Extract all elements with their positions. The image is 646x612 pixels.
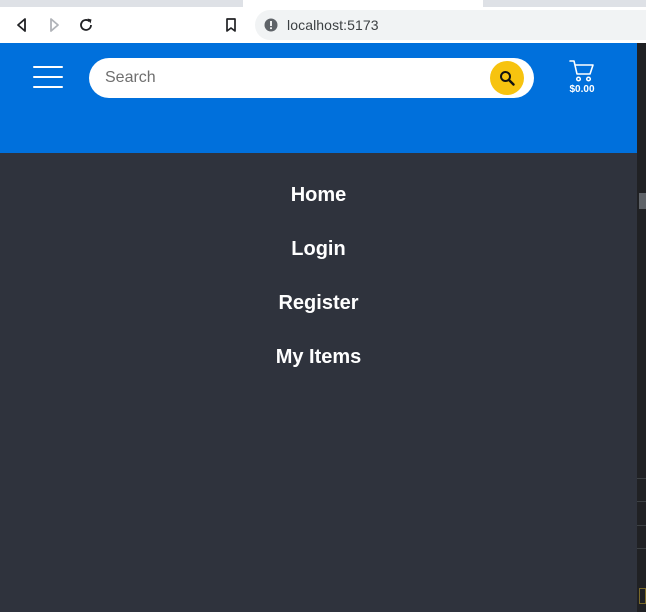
bookmark-icon (226, 18, 236, 32)
search-input[interactable] (103, 58, 483, 98)
app: $0.00 Home Login Register My Items (0, 43, 637, 612)
search-icon (500, 71, 515, 86)
reload-icon (80, 18, 92, 31)
hamburger-menu-button[interactable] (33, 64, 65, 90)
address-bar[interactable]: localhost:5173 (255, 10, 646, 40)
menu-item-my-items[interactable]: My Items (0, 346, 637, 369)
back-arrow-icon (17, 18, 26, 32)
hamburger-icon-bar (33, 86, 63, 88)
divider (637, 501, 646, 502)
forward-arrow-icon (50, 18, 59, 32)
divider (637, 525, 646, 526)
cart-total: $0.00 (569, 84, 595, 95)
search-box (89, 58, 534, 98)
search-button[interactable] (490, 61, 524, 95)
devtools-marker (639, 588, 646, 604)
menu-item-home[interactable]: Home (0, 184, 637, 207)
browser-reload-button[interactable] (74, 13, 98, 37)
hamburger-icon (33, 66, 63, 68)
browser-back-button[interactable] (10, 13, 34, 37)
side-menu: Home Login Register My Items (0, 153, 637, 612)
bookmark-button[interactable] (219, 13, 243, 37)
browser-forward-button[interactable] (42, 13, 66, 37)
browser-active-tab[interactable] (243, 0, 483, 7)
hamburger-icon-bar (33, 76, 63, 78)
devtools-edge (637, 43, 646, 612)
resize-handle[interactable] (639, 193, 646, 209)
app-header: $0.00 (0, 43, 637, 153)
cart-icon (569, 60, 594, 82)
info-icon[interactable] (264, 18, 278, 32)
divider (637, 478, 646, 479)
browser-tabstrip (0, 0, 646, 7)
url-text: localhost:5173 (287, 17, 379, 33)
cart-button[interactable]: $0.00 (563, 59, 601, 99)
menu-item-register[interactable]: Register (0, 292, 637, 315)
divider (637, 548, 646, 549)
browser-toolbar: localhost:5173 (0, 7, 646, 43)
menu-item-login[interactable]: Login (0, 238, 637, 261)
